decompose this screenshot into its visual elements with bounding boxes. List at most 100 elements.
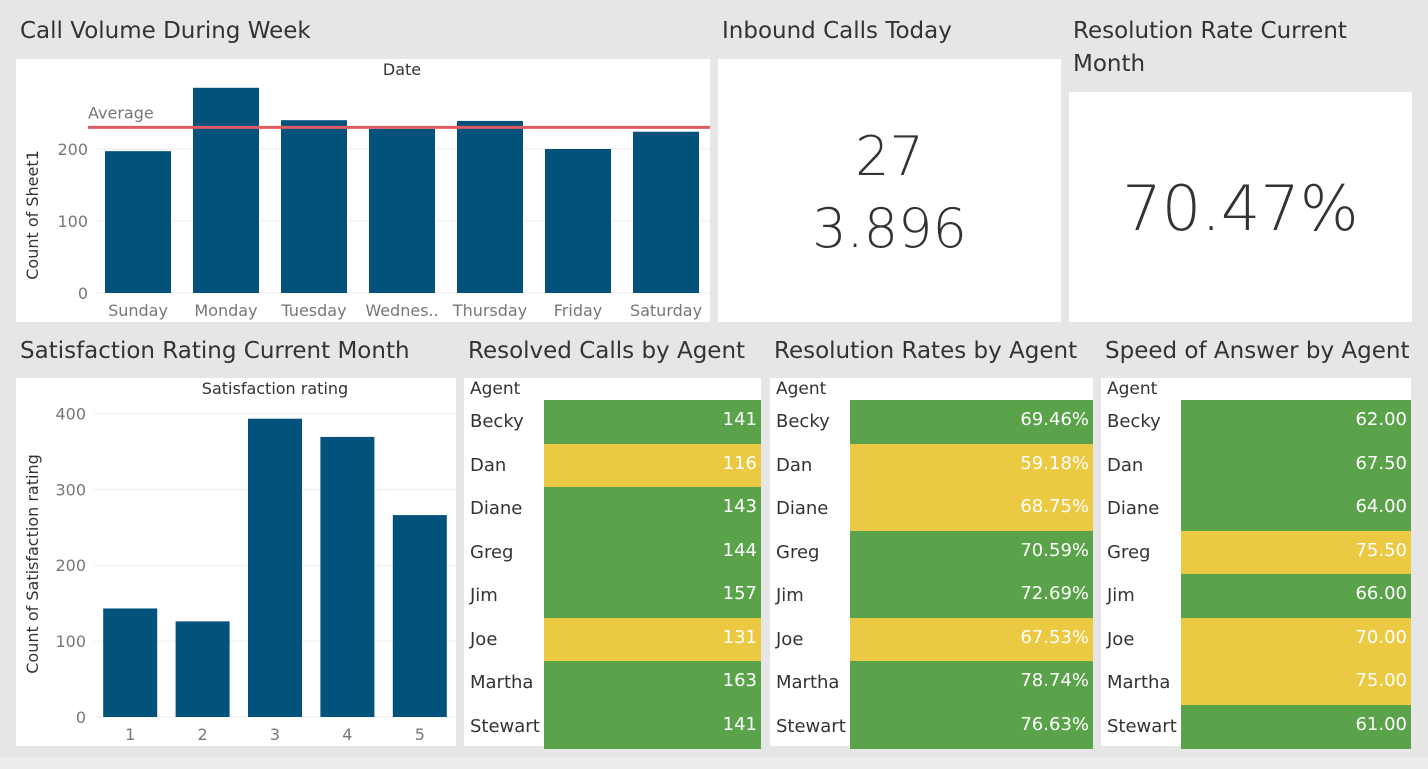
x-tick-label: 4 — [342, 725, 352, 744]
agent-value-cell: 69.46% — [850, 400, 1093, 444]
x-tick-label: Friday — [554, 301, 603, 320]
x-tick-label: 2 — [198, 725, 208, 744]
satisfaction-title: Satisfaction Rating Current Month — [20, 338, 410, 364]
x-tick-label: 1 — [125, 725, 135, 744]
agent-value-cell: 64.00 — [1181, 487, 1411, 531]
bar[interactable] — [457, 120, 523, 293]
table-row: Stewart 61.00 — [1101, 704, 1411, 749]
bar[interactable] — [320, 436, 375, 717]
bar[interactable] — [545, 149, 611, 293]
inbound-calls-value: 27 — [855, 125, 924, 188]
agent-value-cell: 70.00 — [1181, 617, 1411, 662]
agent-value-cell: 67.53% — [850, 617, 1093, 662]
agent-name: Jim — [470, 585, 498, 606]
bar[interactable] — [248, 418, 302, 717]
agent-name: Dan — [470, 454, 507, 476]
y-tick-label: 400 — [55, 404, 86, 423]
speed-of-answer-title: Speed of Answer by Agent — [1105, 338, 1410, 364]
speed-of-answer-table: Agent Becky 62.00 Dan 67.50 Diane 64.00 Greg 75.… — [1101, 378, 1411, 749]
agent-value-cell: 72.69% — [850, 574, 1093, 618]
table-row: Martha 163 — [464, 661, 761, 705]
agent-name: Becky — [776, 411, 830, 432]
agent-value-cell: 157 — [544, 574, 761, 618]
resolved-calls-table: Agent Becky 141 Dan 116 Diane 143 Greg 144 Jim 157… — [464, 378, 761, 749]
y-axis-label: Count of Sheet1 — [23, 150, 42, 280]
agent-name: Stewart — [470, 715, 540, 737]
table-row: Joe 131 — [464, 617, 761, 662]
chart-header: Date — [383, 60, 421, 79]
y-tick-label: 200 — [57, 140, 88, 159]
x-tick-label: Monday — [194, 301, 257, 320]
bar[interactable] — [633, 131, 699, 293]
resolution-rate-title: Resolution Rate Current Month — [1073, 15, 1347, 81]
agent-name: Diane — [470, 498, 523, 519]
resolution-rate-title-line1: Resolution Rate Current — [1073, 18, 1347, 44]
agent-value-cell: 59.18% — [850, 443, 1093, 488]
agent-name: Dan — [776, 454, 813, 476]
chart-header: Satisfaction rating — [202, 379, 348, 398]
table-row: Jim 157 — [464, 574, 761, 618]
bar[interactable] — [103, 608, 158, 717]
x-tick-label: 5 — [415, 725, 425, 744]
y-tick-label: 100 — [55, 632, 86, 651]
agent-value-cell: 141 — [544, 704, 761, 749]
agent-value-cell: 76.63% — [850, 704, 1093, 749]
x-tick-label: Tuesday — [280, 301, 346, 320]
agent-value-cell: 144 — [544, 530, 761, 575]
agent-name: Stewart — [1107, 715, 1177, 737]
table-row: Martha 75.00 — [1101, 661, 1411, 705]
bottom-strip — [0, 757, 1428, 769]
agent-value-cell: 131 — [544, 617, 761, 662]
call-volume-title: Call Volume During Week — [20, 18, 311, 44]
agent-column-header: Agent — [470, 379, 521, 399]
agent-name: Jim — [1107, 585, 1135, 606]
agent-value-cell: 61.00 — [1181, 704, 1411, 749]
agent-value-cell: 75.50 — [1181, 530, 1411, 575]
agent-column-header: Agent — [776, 379, 827, 399]
bar[interactable] — [193, 87, 259, 293]
agent-name: Joe — [470, 628, 498, 650]
inbound-calls-card: 27 3.896 — [718, 59, 1061, 322]
table-row: Greg 70.59% — [770, 530, 1093, 575]
satisfaction-bar-chart: Satisfaction rating Count of Satisfaction… — [23, 379, 456, 744]
resolved-calls-title: Resolved Calls by Agent — [468, 338, 746, 364]
table-row: Diane 143 — [464, 487, 761, 531]
x-tick-label: Sunday — [108, 301, 168, 320]
bar[interactable] — [369, 128, 435, 293]
agent-name: Greg — [776, 541, 820, 563]
bar[interactable] — [281, 120, 347, 293]
agent-name: Martha — [470, 672, 534, 693]
y-axis-label: Count of Satisfaction rating — [23, 454, 42, 674]
agent-value-cell: 66.00 — [1181, 574, 1411, 618]
y-tick-label: 300 — [55, 480, 86, 499]
agent-name: Diane — [776, 498, 829, 519]
agent-value-cell: 78.74% — [850, 661, 1093, 705]
table-row: Becky 62.00 — [1101, 400, 1411, 444]
table-row: Joe 67.53% — [770, 617, 1093, 662]
table-row: Dan 116 — [464, 443, 761, 488]
agent-value-cell: 68.75% — [850, 487, 1093, 531]
satisfaction-chart: Satisfaction rating Count of Satisfaction… — [16, 378, 456, 746]
agent-name: Becky — [470, 411, 524, 432]
agent-name: Greg — [1107, 541, 1151, 563]
agent-value-cell: 141 — [544, 400, 761, 444]
agent-value-cell: 75.00 — [1181, 661, 1411, 705]
table-row: Greg 75.50 — [1101, 530, 1411, 575]
agent-name: Joe — [1107, 628, 1135, 650]
table-row: Jim 66.00 — [1101, 574, 1411, 618]
bar[interactable] — [392, 515, 447, 717]
agent-name: Diane — [1107, 498, 1160, 519]
y-tick-label: 100 — [57, 212, 88, 231]
resolution-rates-table: Agent Becky 69.46% Dan 59.18% Diane 68.75% Greg… — [770, 378, 1093, 749]
table-row: Diane 68.75% — [770, 487, 1093, 531]
call-volume-chart: Date Count of Sheet1 0 100 200 Sunday Monday Tu… — [16, 59, 716, 322]
table-row: Becky 69.46% — [770, 400, 1093, 444]
agent-value-cell: 70.59% — [850, 530, 1093, 575]
table-row: Diane 64.00 — [1101, 487, 1411, 531]
call-volume-bar-chart: Date Count of Sheet1 0 100 200 Sunday Monday Tu… — [23, 60, 716, 320]
average-label: Average — [88, 103, 154, 122]
bar[interactable] — [175, 621, 230, 717]
bar[interactable] — [105, 151, 171, 293]
agent-name: Martha — [776, 672, 840, 693]
agent-name: Joe — [776, 628, 804, 650]
